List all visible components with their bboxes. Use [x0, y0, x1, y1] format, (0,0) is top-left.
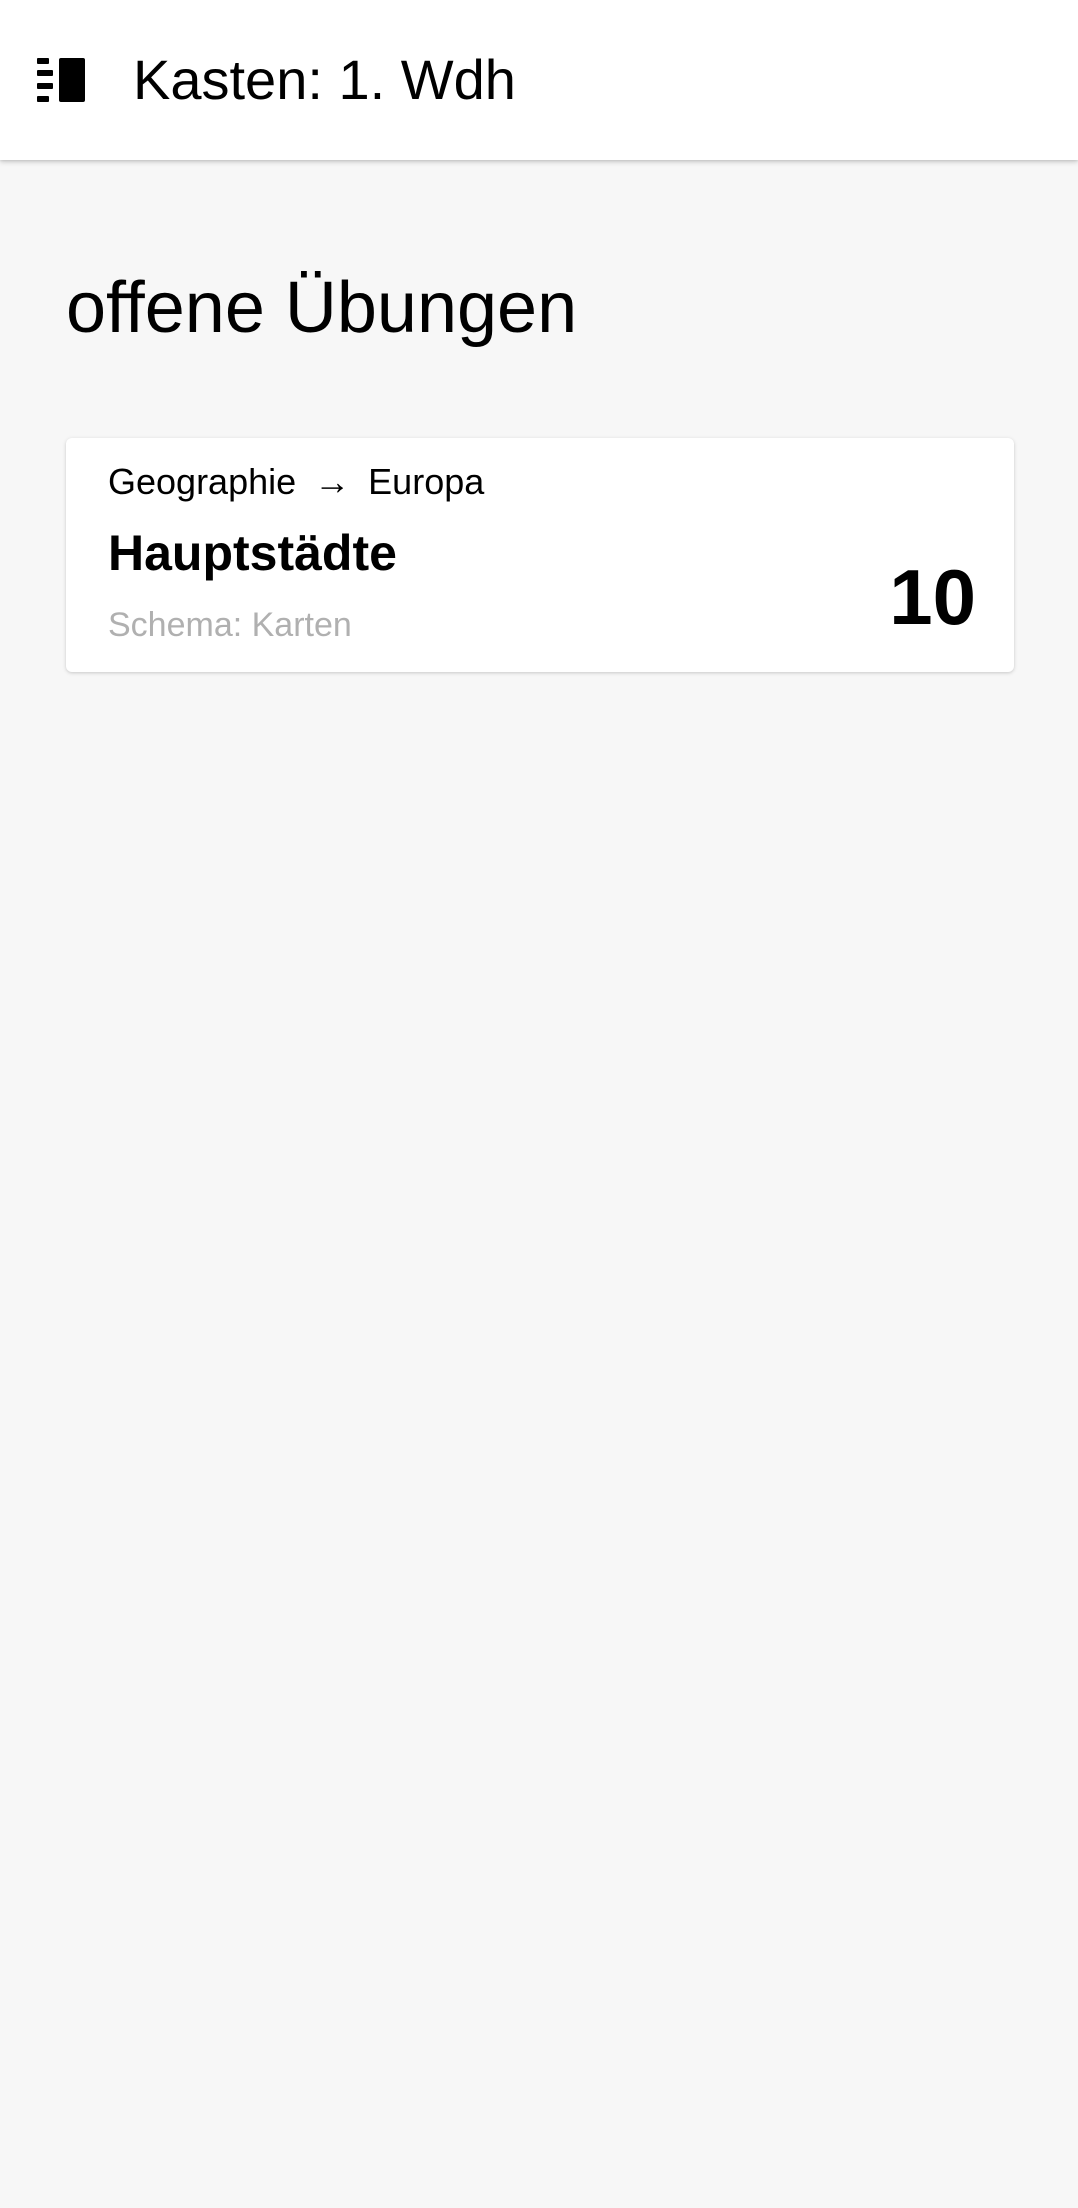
card-schema: Schema: Karten [108, 606, 352, 644]
arrow-right-icon: → [314, 461, 351, 502]
card-count-badge: 10 [889, 553, 976, 641]
menu-list-icon [37, 56, 93, 104]
app-bar: Kasten: 1. Wdh [0, 0, 1078, 160]
section-heading: offene Übungen [66, 268, 578, 348]
card-title: Hauptstädte [108, 525, 397, 581]
menu-button[interactable] [24, 40, 106, 120]
card-breadcrumb: Geographie → Europa [108, 464, 484, 500]
breadcrumb-category: Geographie [108, 461, 297, 502]
exercise-card[interactable]: Geographie → Europa Hauptstädte Schema: … [66, 438, 1014, 672]
page-title: Kasten: 1. Wdh [133, 48, 516, 111]
breadcrumb-subcategory: Europa [368, 461, 485, 502]
